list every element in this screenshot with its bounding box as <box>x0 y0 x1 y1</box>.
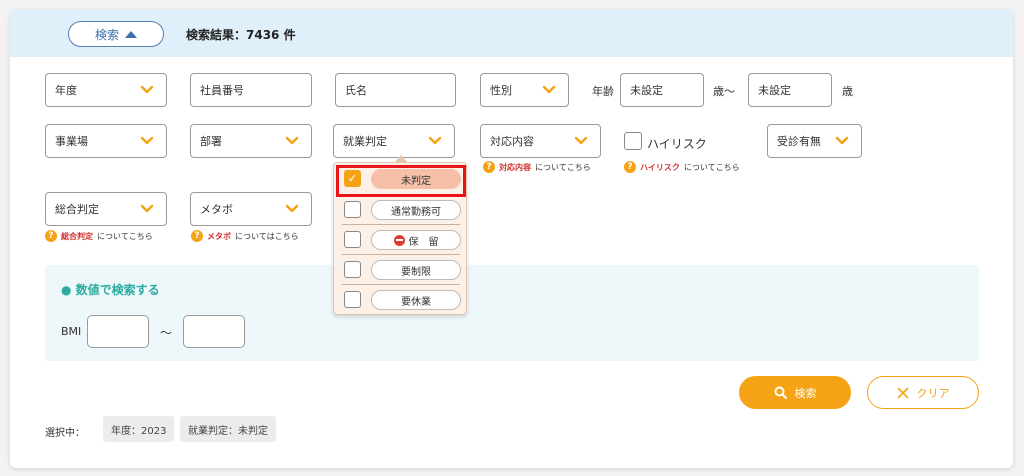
selection-label: 選択中： <box>45 428 85 439</box>
overall-judgment-select[interactable]: 総合判定 <box>45 192 167 226</box>
overall-judgment-help-key: 総合判定 <box>61 231 93 241</box>
search-toggle-button[interactable]: 検索 <box>68 21 164 47</box>
overall-judgment-select-label: 総合判定 <box>55 203 99 216</box>
highrisk-checkbox[interactable] <box>624 132 642 150</box>
search-icon <box>774 386 787 399</box>
bmi-from-input[interactable] <box>87 315 149 348</box>
chevron-down-icon <box>574 134 588 148</box>
age-from-input[interactable]: 未設定 <box>620 73 704 107</box>
dropdown-caret <box>395 155 407 162</box>
metabo-help-text: についてはこちら <box>235 231 299 241</box>
option-checkbox[interactable] <box>344 291 361 308</box>
search-toggle-label: 検索 <box>94 27 119 42</box>
option-pill[interactable]: 要制限 <box>371 260 461 280</box>
metabo-select[interactable]: メタボ <box>190 192 312 226</box>
chevron-down-icon <box>285 202 299 216</box>
chevron-down-icon <box>140 202 154 216</box>
selection-chip: 年度：2023 <box>103 416 175 442</box>
close-icon <box>897 387 908 398</box>
consultation-select[interactable]: 受診有無 <box>767 124 862 158</box>
gender-select[interactable]: 性別 <box>480 73 569 107</box>
search-button[interactable]: 検索 <box>739 376 851 409</box>
option-divider <box>342 224 460 225</box>
question-icon: ? <box>483 161 495 173</box>
dropdown-option-horyu[interactable]: 保 留 <box>334 226 466 254</box>
age-suffix: 歳 <box>842 85 853 98</box>
work-judgment-select-label: 就業判定 <box>343 135 387 148</box>
chevron-down-icon <box>542 83 556 97</box>
highrisk-help-text: についてこちら <box>683 162 740 172</box>
response-content-help[interactable]: ? 対応内容 についてこちら <box>483 161 591 173</box>
age-label: 年齢 <box>592 85 614 98</box>
question-icon: ? <box>45 230 57 242</box>
bmi-to-input[interactable] <box>183 315 245 348</box>
selection-highlight-box <box>336 165 466 197</box>
age-from-placeholder: 未設定 <box>630 84 663 97</box>
highrisk-label: ハイリスク <box>647 137 707 151</box>
option-pill[interactable]: 通常勤務可 <box>371 200 461 220</box>
collapse-triangle-icon <box>125 30 137 38</box>
search-panel: 検索 検索結果：7436 件 年度 社員番号 氏名 性別 年齢 未設定 歳〜 未… <box>10 10 1013 468</box>
option-pill-label: 保 留 <box>408 236 439 248</box>
name-placeholder: 氏名 <box>345 84 367 97</box>
overall-judgment-help[interactable]: ? 総合判定 についてこちら <box>45 230 153 242</box>
dropdown-option-tsujou[interactable]: 通常勤務可 <box>334 196 466 224</box>
response-content-help-text: についてこちら <box>535 162 591 172</box>
overall-judgment-help-text: についてこちら <box>97 231 153 241</box>
response-content-select-label: 対応内容 <box>490 135 534 148</box>
option-divider <box>342 284 460 285</box>
option-checkbox[interactable] <box>344 231 361 248</box>
selection-chip: 就業判定：未判定 <box>180 416 276 442</box>
highrisk-help[interactable]: ? ハイリスク についてこちら <box>624 161 740 173</box>
question-icon: ? <box>624 161 636 173</box>
option-pill[interactable]: 保 留 <box>371 230 461 250</box>
consultation-select-label: 受診有無 <box>777 135 821 148</box>
chevron-down-icon <box>140 83 154 97</box>
chevron-down-icon <box>835 134 849 148</box>
option-divider <box>342 254 460 255</box>
workplace-select-label: 事業場 <box>55 135 88 148</box>
response-content-select[interactable]: 対応内容 <box>480 124 601 158</box>
nendo-select[interactable]: 年度 <box>45 73 167 107</box>
department-select[interactable]: 部署 <box>190 124 312 158</box>
clear-button-label: クリア <box>916 386 950 400</box>
age-to-placeholder: 未設定 <box>758 84 791 97</box>
bmi-range-separator: 〜 <box>160 326 173 340</box>
search-header-bar: 検索 検索結果：7436 件 <box>10 10 1013 57</box>
question-icon: ? <box>191 230 203 242</box>
numeric-search-panel: ● 数値で検索する BMI 〜 <box>45 265 979 361</box>
metabo-help-key: メタボ <box>207 231 231 241</box>
bmi-label: BMI <box>61 325 82 338</box>
clear-button[interactable]: クリア <box>867 376 979 409</box>
option-pill[interactable]: 要休業 <box>371 290 461 310</box>
result-count: 検索結果：7436 件 <box>186 28 296 42</box>
option-checkbox[interactable] <box>344 201 361 218</box>
name-input[interactable]: 氏名 <box>335 73 456 107</box>
gender-select-label: 性別 <box>490 84 512 97</box>
age-range-separator: 歳〜 <box>713 85 735 98</box>
response-content-help-key: 対応内容 <box>499 162 531 172</box>
search-button-label: 検索 <box>794 386 817 400</box>
metabo-help[interactable]: ? メタボ についてはこちら <box>191 230 299 242</box>
chevron-down-icon <box>285 134 299 148</box>
department-select-label: 部署 <box>200 135 222 148</box>
nendo-select-label: 年度 <box>55 84 77 97</box>
no-entry-icon <box>393 234 405 246</box>
employee-number-input[interactable]: 社員番号 <box>190 73 312 107</box>
employee-number-placeholder: 社員番号 <box>200 84 244 97</box>
highrisk-help-key: ハイリスク <box>640 162 680 172</box>
dropdown-option-youseigen[interactable]: 要制限 <box>334 256 466 284</box>
chevron-down-icon <box>428 134 442 148</box>
chevron-down-icon <box>140 134 154 148</box>
dropdown-option-youkyuugyou[interactable]: 要休業 <box>334 286 466 314</box>
numeric-search-title: ● 数値で検索する <box>61 283 160 297</box>
age-to-input[interactable]: 未設定 <box>748 73 832 107</box>
metabo-select-label: メタボ <box>200 203 233 216</box>
workplace-select[interactable]: 事業場 <box>45 124 167 158</box>
option-checkbox[interactable] <box>344 261 361 278</box>
work-judgment-select[interactable]: 就業判定 <box>333 124 455 158</box>
